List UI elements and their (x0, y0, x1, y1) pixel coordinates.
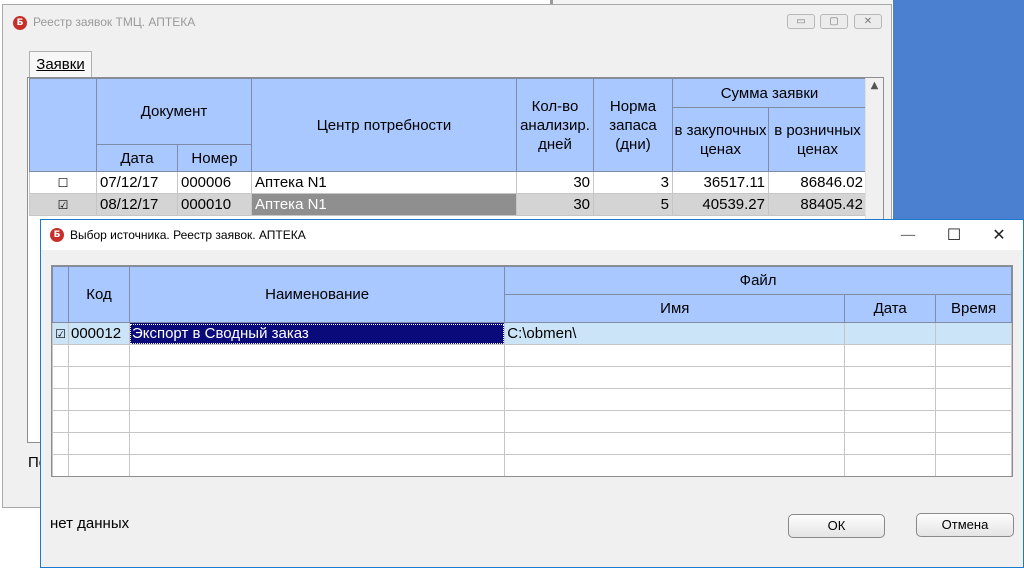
header-sum[interactable]: Сумма заявки (672, 78, 867, 108)
minimize-button[interactable]: ▭ (787, 14, 815, 29)
source-select-dialog: Б Выбор источника. Реестр заявок. АПТЕКА… (40, 219, 1024, 568)
row-checkbox[interactable]: ☐ (29, 171, 97, 194)
cell-file-name[interactable]: C:\obmen\ (504, 322, 846, 345)
table-row[interactable]: ☐ 07/12/17 000006 Аптека N1 30 3 36517.1… (29, 171, 867, 194)
cell-center[interactable]: Аптека N1 (251, 193, 517, 216)
cell-stock[interactable]: 5 (593, 193, 673, 216)
cancel-button[interactable]: Отмена (916, 513, 1014, 537)
cell-center[interactable]: Аптека N1 (251, 171, 517, 194)
cell-date[interactable]: 08/12/17 (96, 193, 178, 216)
sources-grid[interactable]: Код Наименование Файл Имя Дата Время ☑ 0… (51, 265, 1013, 477)
header-date[interactable]: Дата (844, 294, 937, 323)
header-file-name[interactable]: Имя (504, 294, 846, 323)
table-row[interactable] (52, 344, 1012, 367)
cell-code[interactable]: 000012 (67, 322, 130, 345)
table-row[interactable]: ☑ 08/12/17 000010 Аптека N1 30 5 40539.2… (29, 193, 867, 216)
cell-purchase[interactable]: 36517.11 (672, 171, 769, 194)
dialog-title: Выбор источника. Реестр заявок. АПТЕКА (70, 228, 306, 242)
header-name[interactable]: Наименование (128, 266, 506, 323)
minimize-button[interactable]: — (885, 220, 931, 250)
header-retail[interactable]: в розничных ценах (768, 107, 867, 172)
header-date[interactable]: Дата (96, 144, 178, 172)
header-days[interactable]: Кол-во анализир. дней (516, 78, 594, 172)
table-row[interactable] (52, 388, 1012, 411)
table-row[interactable] (52, 410, 1012, 433)
header-check (29, 78, 97, 172)
status-text: нет данных (50, 515, 130, 532)
table-row[interactable] (52, 432, 1012, 455)
cell-name[interactable]: Экспорт в Сводный заказ (128, 322, 506, 345)
close-button[interactable]: ✕ (976, 220, 1022, 250)
title-bar: Б Реестр заявок ТМЦ. АПТЕКА ▭ ▢ ✕ (3, 5, 891, 39)
cell-purchase[interactable]: 40539.27 (672, 193, 769, 216)
cell-time[interactable] (935, 322, 1012, 345)
window-title: Реестр заявок ТМЦ. АПТЕКА (33, 15, 196, 29)
cell-days[interactable]: 30 (516, 193, 594, 216)
table-row[interactable] (52, 454, 1012, 476)
row-checkbox[interactable]: ☑ (29, 193, 97, 216)
table-row[interactable] (52, 366, 1012, 389)
header-time[interactable]: Время (935, 294, 1012, 323)
cell-days[interactable]: 30 (516, 171, 594, 194)
scroll-up-icon[interactable]: ▲ (866, 80, 883, 91)
cell-number[interactable]: 000010 (177, 193, 252, 216)
title-bar: Б Выбор источника. Реестр заявок. АПТЕКА… (41, 220, 1023, 250)
cell-date[interactable] (844, 322, 937, 345)
close-button[interactable]: ✕ (854, 14, 882, 29)
maximize-button[interactable]: ▢ (820, 14, 848, 29)
header-check (52, 266, 69, 323)
cell-stock[interactable]: 3 (593, 171, 673, 194)
header-stock[interactable]: Норма запаса (дни) (593, 78, 673, 172)
cell-retail[interactable]: 88405.42 (768, 193, 867, 216)
header-purchase[interactable]: в закупочных ценах (672, 107, 769, 172)
header-number[interactable]: Номер (177, 144, 252, 172)
cell-retail[interactable]: 86846.02 (768, 171, 867, 194)
app-icon: Б (13, 16, 27, 30)
header-file[interactable]: Файл (504, 266, 1012, 295)
row-checkbox[interactable]: ☑ (52, 322, 69, 345)
header-center[interactable]: Центр потребности (251, 78, 517, 172)
ok-button[interactable]: ОК (788, 514, 885, 538)
maximize-button[interactable]: ☐ (931, 220, 977, 250)
cell-date[interactable]: 07/12/17 (96, 171, 178, 194)
header-document[interactable]: Документ (96, 78, 252, 145)
tab-requests[interactable]: Заявки (29, 51, 92, 77)
app-icon: Б (50, 228, 64, 242)
table-row[interactable]: ☑ 000012 Экспорт в Сводный заказ C:\obme… (52, 322, 1012, 345)
header-code[interactable]: Код (67, 266, 130, 323)
cell-number[interactable]: 000006 (177, 171, 252, 194)
